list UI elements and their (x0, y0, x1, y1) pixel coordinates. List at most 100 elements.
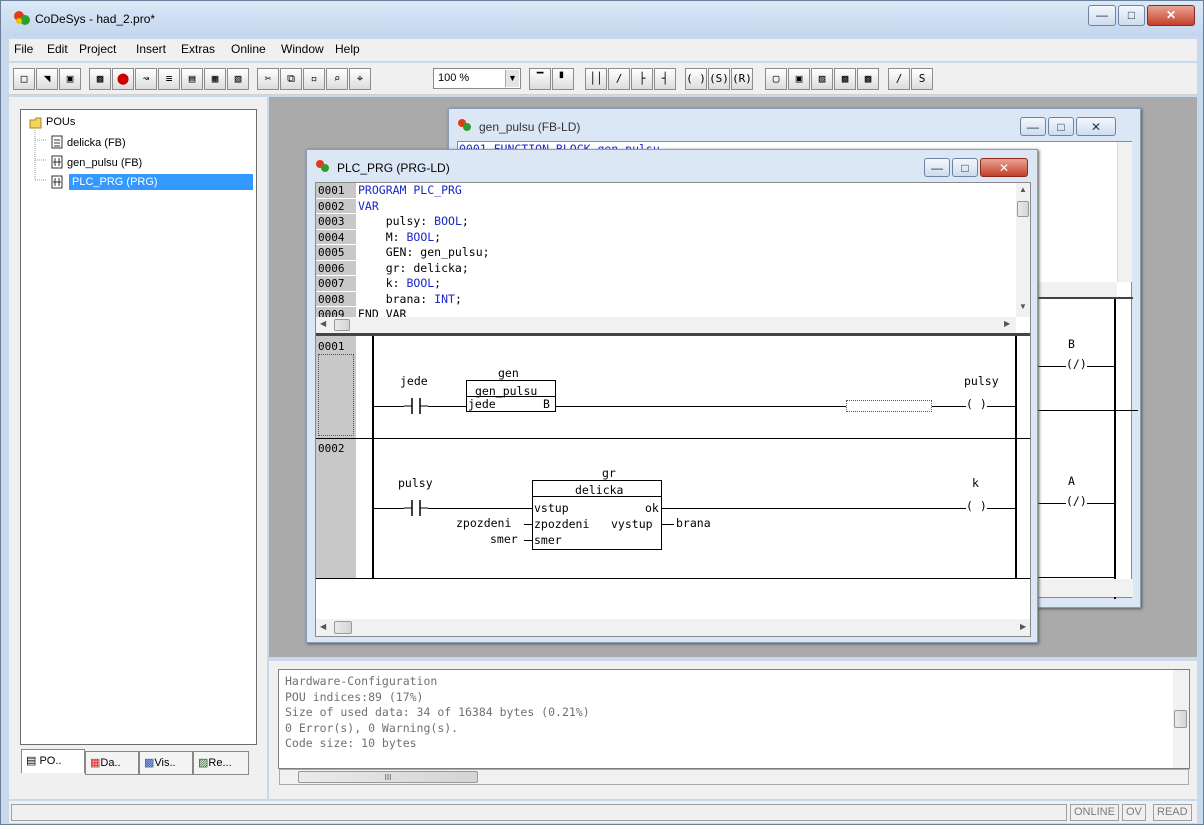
rung2-contact[interactable] (404, 499, 428, 517)
message-output[interactable]: Hardware-Configuration POU indices:89 (1… (278, 669, 1190, 769)
rung1-selection-placeholder[interactable] (846, 400, 932, 412)
code-line[interactable]: 0003 pulsy: BOOL; (316, 214, 1016, 230)
box-with-en-icon[interactable]: ▣ (788, 68, 810, 90)
chevron-down-icon[interactable]: ▼ (505, 70, 519, 87)
code-line[interactable]: 0001 PROGRAM PLC_PRG (316, 183, 1016, 199)
jump-icon[interactable]: ▨ (811, 68, 833, 90)
tab-resources[interactable]: ▨Re... (193, 751, 249, 775)
menu-insert[interactable]: Insert (136, 42, 166, 56)
run-icon[interactable]: ↝ (135, 68, 157, 90)
rung1-contact[interactable] (404, 397, 428, 415)
download-icon[interactable]: ▦ (204, 68, 226, 90)
tree-item-gen-pulsu[interactable]: gen_pulsu (FB) (67, 155, 142, 171)
rung1-fb-input: jede (468, 397, 496, 411)
coil-icon[interactable]: ( ) (685, 68, 707, 90)
messages-vscroll-thumb[interactable] (1174, 710, 1187, 728)
declaration-hscroll-thumb[interactable] (334, 319, 350, 331)
scroll-up-icon[interactable]: ▲ (1019, 185, 1027, 194)
function-block-icon[interactable]: ▩ (857, 68, 879, 90)
menu-help[interactable]: Help (335, 42, 360, 56)
code-text: M: BOOL; (358, 229, 442, 244)
code-line[interactable]: 0005 GEN: gen_pulsu; (316, 245, 1016, 261)
messages-vscroll[interactable] (1173, 670, 1189, 768)
open-folder-icon[interactable]: ◥ (36, 68, 58, 90)
stop-icon[interactable]: ⬤ (112, 68, 134, 90)
menu-file[interactable]: File (14, 42, 33, 56)
declaration-pane[interactable]: 0001 PROGRAM PLC_PRG 0002 VAR 0003 pulsy: BO… (316, 183, 1016, 317)
pou-tree[interactable]: POUs delicka (FB) gen_pulsu (FB) PLC_PRG… (20, 109, 257, 745)
reset-coil-icon[interactable]: (R) (731, 68, 753, 90)
messages-hscroll[interactable]: III (279, 769, 1189, 785)
scroll-down-icon[interactable]: ▼ (1019, 302, 1027, 311)
set-coil-icon[interactable]: (S) (708, 68, 730, 90)
menu-extras[interactable]: Extras (181, 42, 215, 56)
negated-contact-icon[interactable]: / (608, 68, 630, 90)
new-file-icon[interactable]: □ (13, 68, 35, 90)
rung2-function-block[interactable]: delicka vstup zpozdeni smer ok vystup (532, 480, 662, 550)
ladder-pane[interactable]: 0001 0002 jede gen gen_pulsu jede B puls… (316, 336, 1030, 619)
breakpoint-icon[interactable]: ▤ (181, 68, 203, 90)
ladder-hscroll[interactable]: ◀ ▶ (316, 619, 1030, 636)
find-icon[interactable]: ⌕ (326, 68, 348, 90)
login-icon[interactable]: ▩ (89, 68, 111, 90)
declaration-hscroll[interactable]: ◀ ▶ (316, 317, 1016, 333)
code-line[interactable]: 0009 END_VAR (316, 307, 1016, 317)
rung1-coil[interactable]: ( ) (966, 397, 987, 411)
network-after-icon[interactable]: ▘ (552, 68, 574, 90)
rung1-function-block[interactable]: gen_pulsu jede B (466, 380, 556, 412)
parallel-negated-contact-icon[interactable]: ┤ (654, 68, 676, 90)
plc-prg-window[interactable]: PLC_PRG (PRG-LD) — □ ✕ 0001 PROGRAM PLC_P… (306, 149, 1038, 643)
minimize-button[interactable]: — (1088, 5, 1116, 26)
code-text: brana: INT; (358, 291, 462, 306)
code-line[interactable]: 0004 M: BOOL; (316, 229, 1016, 246)
return-icon[interactable]: ▩ (834, 68, 856, 90)
network-selection-marker[interactable] (318, 354, 354, 436)
menu-online[interactable]: Online (231, 42, 266, 56)
code-line[interactable]: 0008 brana: INT; (316, 291, 1016, 308)
paste-icon[interactable]: ▫ (303, 68, 325, 90)
declaration-vscroll-thumb[interactable] (1017, 201, 1029, 217)
copy-icon[interactable]: ⧉ (280, 68, 302, 90)
line-icon[interactable]: ∕ (888, 68, 910, 90)
rung2-coil[interactable]: ( ) (966, 499, 987, 513)
declaration-vscroll[interactable]: ▲ ▼ (1016, 183, 1030, 317)
ladder-hscroll-thumb[interactable] (334, 621, 352, 634)
gen-pulsu-vscroll[interactable] (1117, 142, 1132, 282)
scroll-right-icon[interactable]: ▶ (1004, 319, 1010, 328)
scroll-left-icon[interactable]: ◀ (320, 622, 326, 631)
code-line[interactable]: 0007 k: BOOL; (316, 276, 1016, 292)
tab-pous[interactable]: ▤ PO.. (21, 749, 85, 773)
menu-window[interactable]: Window (281, 42, 324, 56)
code-line[interactable]: 0002 VAR (316, 198, 1016, 215)
cut-icon[interactable]: ✂ (257, 68, 279, 90)
force-icon[interactable]: ▧ (227, 68, 249, 90)
gen-pulsu-maximize-button[interactable]: □ (1048, 117, 1074, 136)
scroll-left-icon[interactable]: ◀ (320, 319, 326, 328)
scroll-right-icon[interactable]: ▶ (1020, 622, 1026, 631)
plc-prg-maximize-button[interactable]: □ (952, 158, 978, 177)
plc-prg-close-button[interactable]: ✕ (980, 158, 1028, 177)
menu-project[interactable]: Project (79, 42, 116, 56)
messages-hscroll-thumb[interactable]: III (298, 771, 478, 783)
comment-icon[interactable]: ▔ (529, 68, 551, 90)
step-icon[interactable]: ≡ (158, 68, 180, 90)
plc-prg-editor[interactable]: 0001 PROGRAM PLC_PRG 0002 VAR 0003 pulsy: BO… (315, 182, 1031, 637)
gen-pulsu-minimize-button[interactable]: — (1020, 117, 1046, 136)
back-hscroll-ladder[interactable] (1038, 579, 1133, 597)
tab-visualizations[interactable]: ▩Vis.. (139, 751, 193, 775)
code-line[interactable]: 0006 gr: delicka; (316, 260, 1016, 277)
menu-edit[interactable]: Edit (47, 42, 68, 56)
tree-item-delicka[interactable]: delicka (FB) (67, 135, 126, 151)
maximize-button[interactable]: □ (1118, 5, 1145, 26)
tree-item-plc-prg-selected[interactable]: PLC_PRG (PRG) (69, 174, 253, 190)
close-button[interactable]: ✕ (1147, 5, 1195, 26)
save-icon[interactable]: ▣ (59, 68, 81, 90)
tab-data-types[interactable]: ▦Da.. (85, 751, 139, 775)
set-reset-icon[interactable]: S (911, 68, 933, 90)
box-icon[interactable]: ▢ (765, 68, 787, 90)
plc-prg-minimize-button[interactable]: — (924, 158, 950, 177)
contact-icon[interactable]: ││ (585, 68, 607, 90)
parallel-contact-icon[interactable]: ├ (631, 68, 653, 90)
find-next-icon[interactable]: ⌖ (349, 68, 371, 90)
gen-pulsu-close-button[interactable]: ✕ (1076, 117, 1116, 136)
